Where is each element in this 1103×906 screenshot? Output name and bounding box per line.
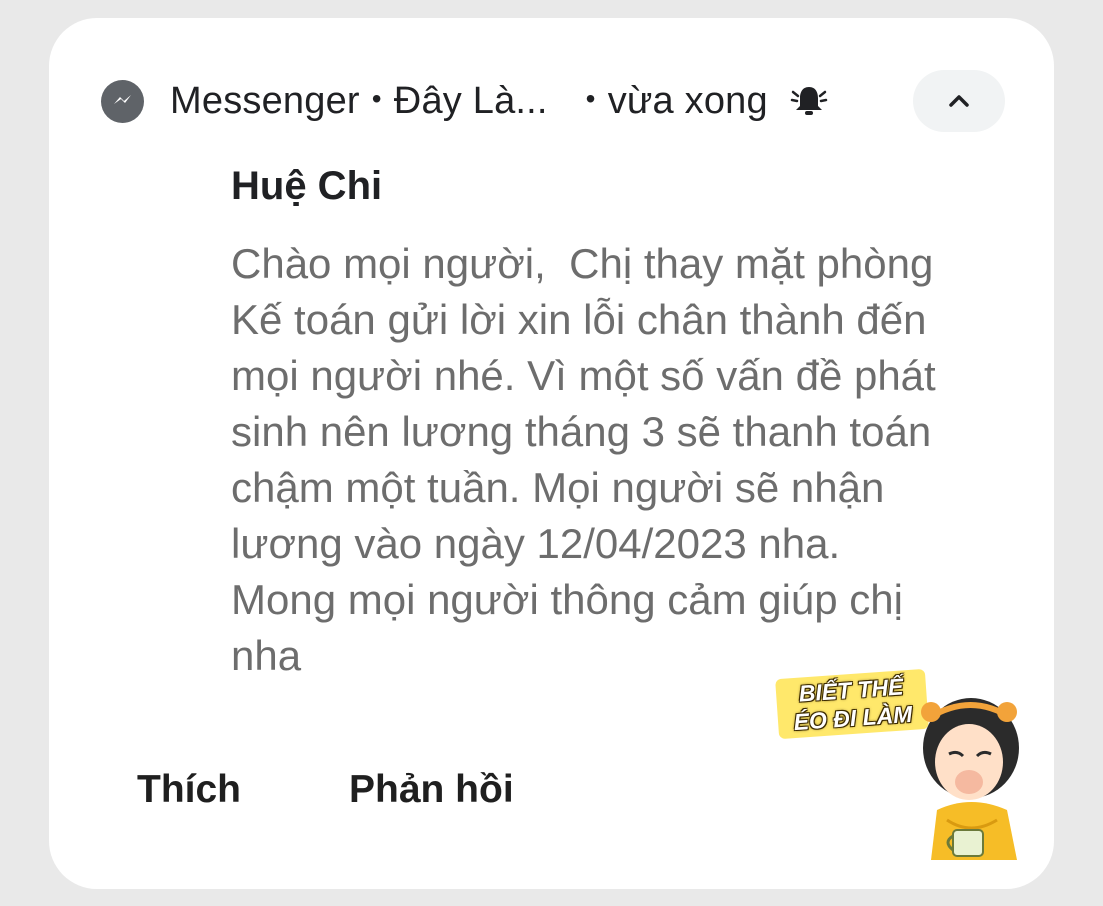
reply-button[interactable]: Phản hồi	[349, 768, 514, 812]
sticker-image: BIẾT THẾ ÉO ĐI LÀM	[771, 668, 1031, 860]
app-name: Messenger	[170, 79, 360, 122]
like-button[interactable]: Thích	[137, 768, 241, 812]
bell-icon	[790, 87, 828, 115]
message-text: Chào mọi người, Chị thay mặt phòng Kế to…	[231, 240, 936, 679]
chevron-up-icon	[949, 95, 969, 107]
timestamp: vừa xong	[607, 79, 768, 122]
separator-dot: •	[371, 83, 382, 115]
notification-header: Messenger • Đây Là... • vừa xong	[101, 76, 828, 126]
sender-name: Huệ Chi	[231, 164, 383, 208]
conversation-name: Đây Là...	[393, 79, 548, 122]
sticker-girl-illustration	[921, 698, 1019, 860]
notification-card[interactable]: Messenger • Đây Là... • vừa xong Huệ Chi Chà…	[49, 18, 1054, 889]
messenger-icon	[101, 79, 144, 123]
collapse-button[interactable]	[913, 70, 1005, 132]
separator-dot: •	[585, 83, 596, 115]
